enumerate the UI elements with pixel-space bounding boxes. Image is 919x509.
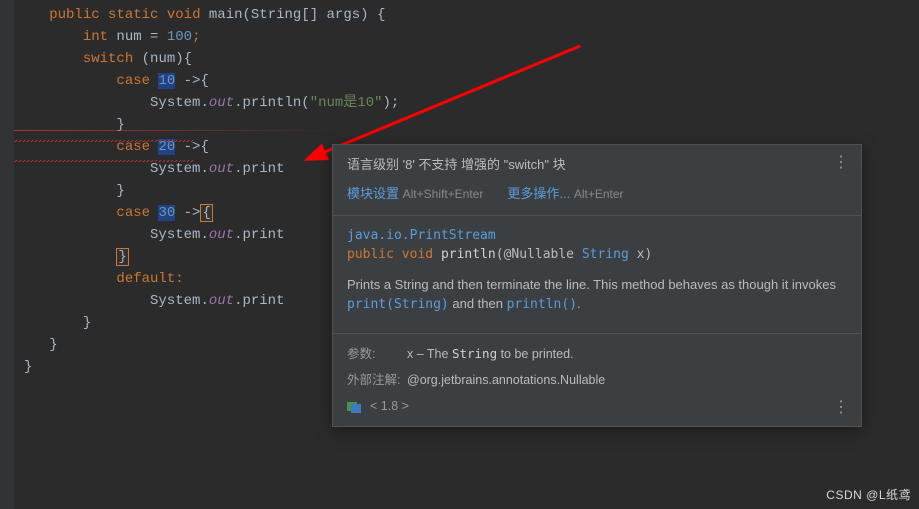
code-line: } (24, 114, 919, 136)
more-menu-icon[interactable]: ⋮ (833, 155, 849, 171)
error-underline (14, 160, 194, 162)
module-settings-link[interactable]: 模块设置 (347, 186, 399, 201)
popup-actions: 模块设置 Alt+Shift+Enter 更多操作... Alt+Enter (347, 184, 847, 205)
print-link[interactable]: print(String) (347, 297, 449, 312)
shortcut-hint: Alt+Shift+Enter (403, 187, 484, 201)
popup-footer: 参数: x – The String to be printed. 外部注解: … (333, 333, 861, 426)
more-menu-icon[interactable]: ⋮ (833, 400, 849, 416)
ext-annotation-label: 外部注解: (347, 370, 407, 390)
module-icon (347, 399, 361, 413)
code-line: System.out.println("num是10"); (24, 92, 919, 114)
language-level[interactable]: < 1.8 > (347, 396, 847, 416)
popup-body: java.io.PrintStream public void println(… (333, 216, 861, 333)
code-line: case 10 ->{ (24, 70, 919, 92)
quickfix-popup: ⋮ 语言级别 '8' 不支持 增强的 "switch" 块 模块设置 Alt+S… (332, 144, 862, 427)
more-actions-link[interactable]: 更多操作... (507, 186, 570, 201)
shortcut-hint: Alt+Enter (574, 187, 624, 201)
code-line: switch (num){ (24, 48, 919, 70)
method-description: Prints a String and then terminate the l… (347, 275, 847, 315)
params-label: 参数: (347, 344, 407, 364)
code-line: public static void main(String[] args) { (24, 4, 919, 26)
println-link[interactable]: println() (507, 297, 577, 312)
method-signature: java.io.PrintStream public void println(… (347, 226, 847, 265)
code-line: int num = 100; (24, 26, 919, 48)
popup-title: 语言级别 '8' 不支持 增强的 "switch" 块 (347, 155, 847, 176)
error-underline (14, 130, 334, 131)
editor-gutter (0, 0, 14, 509)
watermark: CSDN @L纸鸢 (826, 486, 911, 505)
class-link[interactable]: java.io.PrintStream (347, 228, 496, 243)
popup-header: ⋮ 语言级别 '8' 不支持 增强的 "switch" 块 模块设置 Alt+S… (333, 145, 861, 216)
ext-annotation-value: @org.jetbrains.annotations.Nullable (407, 370, 605, 390)
error-underline (14, 140, 194, 142)
